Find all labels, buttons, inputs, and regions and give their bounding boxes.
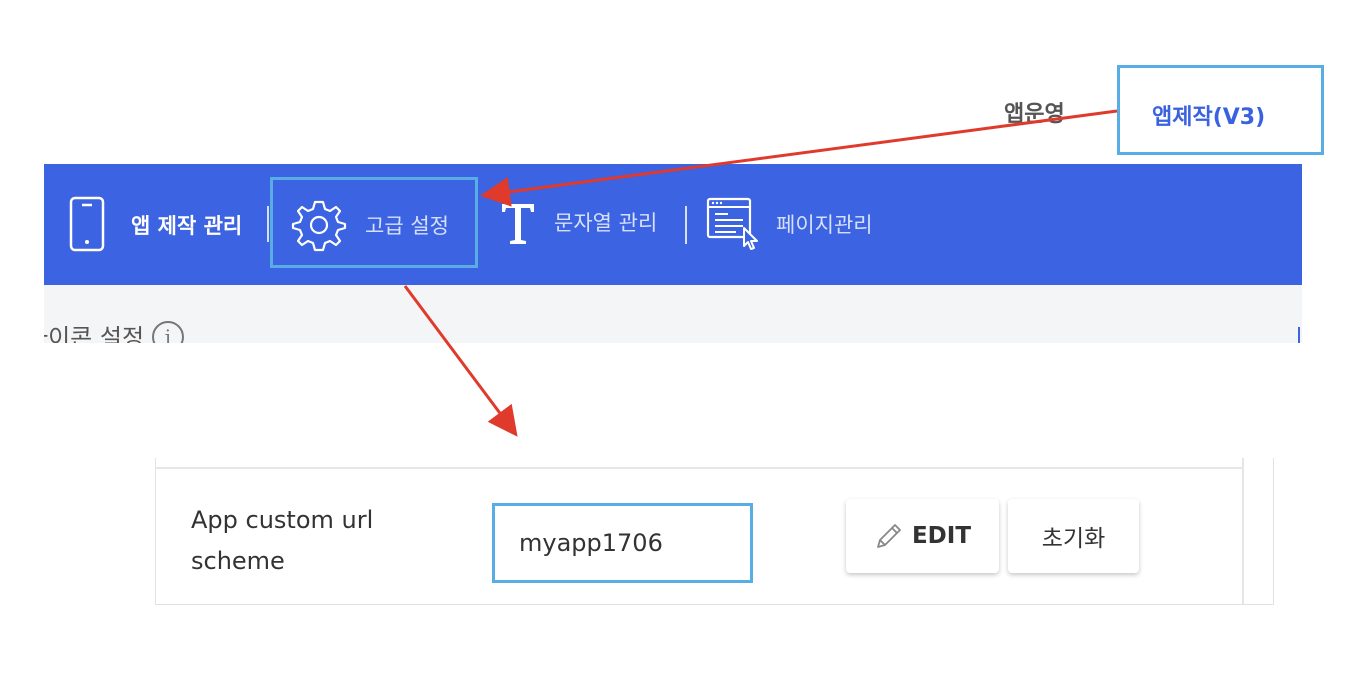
annotation-arrows (403, 109, 1118, 437)
arrow-to-advanced (480, 109, 1118, 207)
arrow-to-card (403, 285, 518, 437)
